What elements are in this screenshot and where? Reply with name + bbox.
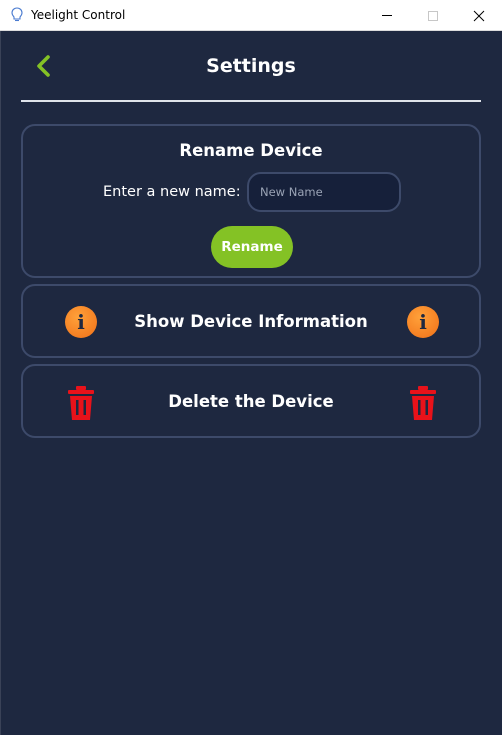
back-button[interactable] [30, 52, 56, 80]
minimize-icon [382, 15, 392, 16]
minimize-button[interactable] [364, 0, 410, 31]
delete-device-button[interactable]: Delete the Device [21, 364, 481, 438]
chevron-left-icon [37, 55, 50, 77]
show-device-information-button[interactable]: i Show Device Information i [21, 284, 481, 358]
trash-icon [410, 386, 436, 420]
close-icon [473, 10, 485, 21]
maximize-icon [428, 10, 438, 21]
rename-button[interactable]: Rename [211, 226, 293, 268]
rename-device-title: Rename Device [179, 141, 323, 160]
maximize-button[interactable] [410, 0, 456, 31]
info-icon: i [407, 306, 439, 338]
lightbulb-icon [9, 6, 25, 24]
header-divider [21, 100, 481, 102]
page-title: Settings [206, 55, 296, 77]
window-title: Yeelight Control [31, 8, 126, 22]
rename-device-card: Rename Device Enter a new name: Rename [21, 124, 481, 278]
window-edge [0, 31, 1, 735]
close-button[interactable] [456, 0, 502, 31]
window-titlebar: Yeelight Control [0, 0, 502, 31]
new-name-input[interactable] [247, 172, 401, 212]
new-name-label: Enter a new name: [103, 184, 241, 200]
